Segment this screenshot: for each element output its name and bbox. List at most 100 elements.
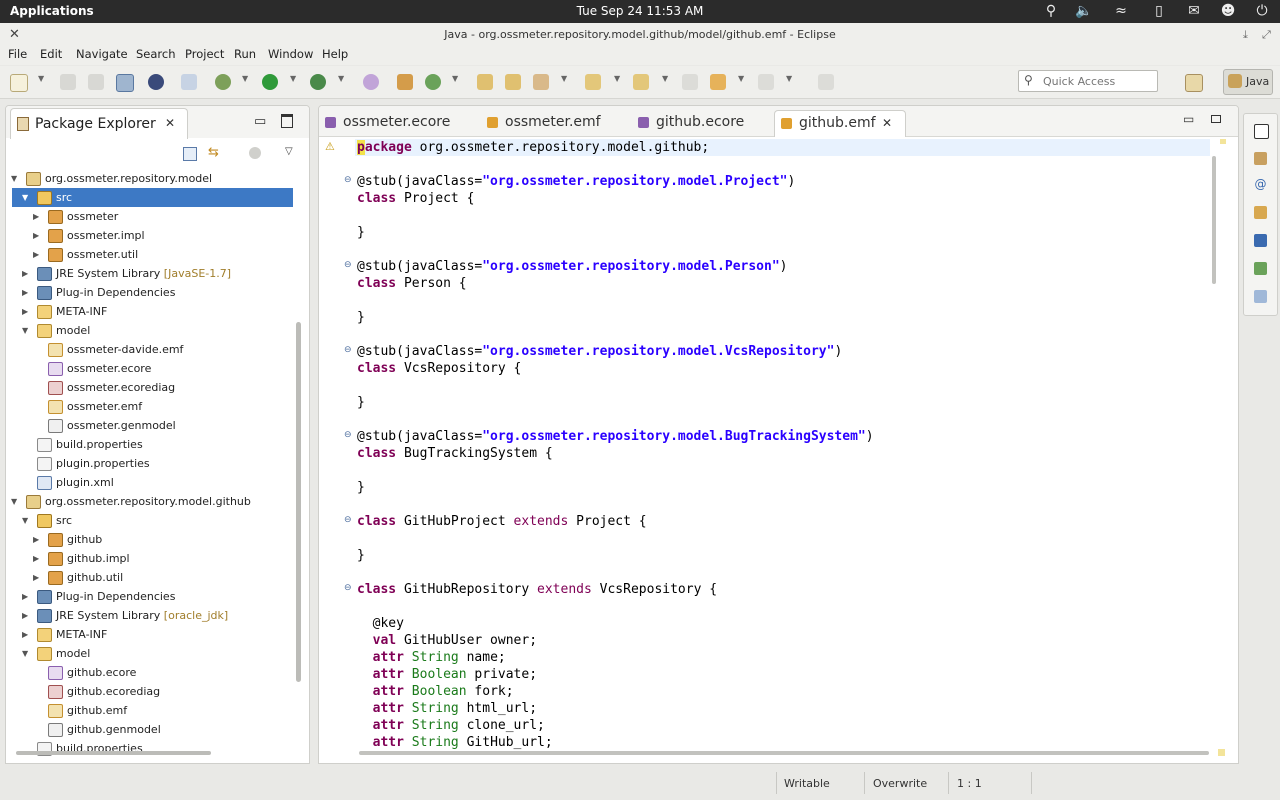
- print-icon[interactable]: [116, 74, 134, 92]
- expand-arrow-icon[interactable]: ▶: [33, 226, 39, 245]
- tree-item[interactable]: ▶ JRE System Library [JavaSE-1.7]: [6, 264, 291, 283]
- next-annotation-dropdown-icon[interactable]: ▼: [614, 74, 620, 83]
- fold-toggle-icon[interactable]: ⊖: [344, 515, 352, 525]
- minimize-icon[interactable]: ⤓: [1243, 28, 1248, 42]
- expand-arrow-icon[interactable]: ▶: [33, 549, 39, 568]
- code-line[interactable]: attr String GitHub_url;: [357, 734, 553, 751]
- web-icon[interactable]: [148, 74, 164, 90]
- code-line[interactable]: package org.ossmeter.repository.model.gi…: [357, 139, 709, 156]
- forward-dropdown-icon[interactable]: ▼: [786, 74, 792, 83]
- menu-file[interactable]: File: [8, 47, 27, 61]
- expand-arrow-icon[interactable]: ▶: [33, 245, 39, 264]
- code-line[interactable]: @stub(javaClass="org.ossmeter.repository…: [357, 173, 795, 190]
- expand-arrow-icon[interactable]: ▶: [33, 530, 39, 549]
- tree-item[interactable]: ▶ ossmeter.util: [6, 245, 291, 264]
- tree-item[interactable]: ▶ Plug-in Dependencies: [6, 283, 291, 302]
- new-java-package-icon[interactable]: [397, 74, 413, 90]
- tree-item[interactable]: ossmeter.ecore: [6, 359, 291, 378]
- tree-item[interactable]: ▼ model: [6, 644, 291, 663]
- expand-arrow-icon[interactable]: ▶: [33, 207, 39, 226]
- wifi-icon[interactable]: ≈: [1112, 3, 1130, 19]
- menu-search[interactable]: Search: [136, 47, 176, 61]
- search-dropdown-icon[interactable]: ▼: [561, 74, 567, 83]
- code-line[interactable]: }: [357, 547, 365, 564]
- skip-breakpoints-icon[interactable]: [181, 74, 197, 90]
- back-icon[interactable]: [710, 74, 726, 90]
- outline-view-icon[interactable]: [1254, 152, 1267, 165]
- run-icon[interactable]: [262, 74, 278, 90]
- quick-access-input[interactable]: [1041, 73, 1155, 90]
- code-line[interactable]: class GitHubProject extends Project {: [357, 513, 647, 530]
- progress-view-icon[interactable]: [1254, 262, 1267, 275]
- code-line[interactable]: @stub(javaClass="org.ossmeter.repository…: [357, 428, 874, 445]
- code-line[interactable]: }: [357, 394, 365, 411]
- pin-editor-icon[interactable]: [818, 74, 834, 90]
- tab-github-ecore[interactable]: github.ecore: [638, 110, 768, 136]
- maximize-icon[interactable]: ⤢: [1262, 28, 1271, 42]
- expand-arrow-icon[interactable]: ▶: [22, 302, 28, 321]
- tree-item[interactable]: ▶ github.impl: [6, 549, 291, 568]
- user-icon[interactable]: ☻: [1219, 3, 1237, 19]
- code-line[interactable]: attr String html_url;: [357, 700, 537, 717]
- save-all-icon[interactable]: [88, 74, 104, 90]
- tree-item[interactable]: ▼ model: [6, 321, 291, 340]
- tree-item[interactable]: github.genmodel: [6, 720, 291, 739]
- tab-github-emf[interactable]: github.emf ✕: [774, 110, 906, 137]
- previous-annotation-dropdown-icon[interactable]: ▼: [662, 74, 668, 83]
- debug-dropdown-icon[interactable]: ▼: [242, 74, 248, 83]
- next-annotation-icon[interactable]: [585, 74, 601, 90]
- code-line[interactable]: attr Boolean private;: [357, 666, 537, 683]
- menu-navigate[interactable]: Navigate: [76, 47, 128, 61]
- tree-item[interactable]: ▶ Plug-in Dependencies: [6, 587, 291, 606]
- external-tools-icon[interactable]: [310, 74, 326, 90]
- link-with-editor-icon[interactable]: ⇆: [208, 145, 219, 160]
- collapse-all-icon[interactable]: [183, 147, 197, 161]
- focus-task-icon[interactable]: [249, 147, 261, 159]
- code-line[interactable]: @stub(javaClass="org.ossmeter.repository…: [357, 343, 842, 360]
- tree-item[interactable]: ossmeter.emf: [6, 397, 291, 416]
- tree-item[interactable]: ▶ github.util: [6, 568, 291, 587]
- collapse-arrow-icon[interactable]: ▼: [22, 511, 28, 530]
- close-icon[interactable]: ✕: [9, 27, 20, 42]
- tab-ossmeter-ecore[interactable]: ossmeter.ecore: [325, 110, 465, 136]
- open-type-icon[interactable]: [477, 74, 493, 90]
- mail-icon[interactable]: ✉: [1185, 3, 1203, 19]
- menu-run[interactable]: Run: [234, 47, 256, 61]
- code-line[interactable]: class BugTrackingSystem {: [357, 445, 553, 462]
- coverage-icon[interactable]: [363, 74, 379, 90]
- tree-item[interactable]: ossmeter-davide.emf: [6, 340, 291, 359]
- expand-arrow-icon[interactable]: ▶: [22, 587, 28, 606]
- code-line[interactable]: attr String name;: [357, 649, 506, 666]
- code-line[interactable]: }: [357, 224, 365, 241]
- code-line[interactable]: class VcsRepository {: [357, 360, 521, 377]
- expand-arrow-icon[interactable]: ▶: [22, 606, 28, 625]
- forward-icon[interactable]: [758, 74, 774, 90]
- fold-toggle-icon[interactable]: ⊖: [344, 345, 352, 355]
- javadoc-view-icon[interactable]: @: [1254, 178, 1267, 191]
- package-explorer-tab[interactable]: Package Explorer ✕: [10, 108, 188, 139]
- fold-toggle-icon[interactable]: ⊖: [344, 260, 352, 270]
- tree-item[interactable]: ▼ src: [12, 188, 293, 207]
- minimize-view-icon[interactable]: ▭: [254, 114, 266, 129]
- collapse-arrow-icon[interactable]: ▼: [11, 169, 17, 188]
- last-edit-icon[interactable]: [682, 74, 698, 90]
- tree-item[interactable]: ▶ ossmeter: [6, 207, 291, 226]
- restore-editor-icon[interactable]: [1211, 115, 1221, 123]
- search-icon[interactable]: ⚲: [1042, 3, 1060, 19]
- collapse-arrow-icon[interactable]: ▼: [22, 188, 28, 207]
- run-dropdown-icon[interactable]: ▼: [290, 74, 296, 83]
- code-line[interactable]: class GitHubRepository extends VcsReposi…: [357, 581, 717, 598]
- expand-arrow-icon[interactable]: ▶: [22, 625, 28, 644]
- editor-vertical-scrollbar[interactable]: [1212, 156, 1216, 284]
- close-icon[interactable]: ✕: [882, 111, 892, 135]
- expand-arrow-icon[interactable]: ▶: [33, 568, 39, 587]
- fold-toggle-icon[interactable]: ⊖: [344, 583, 352, 593]
- search-tool-icon[interactable]: [533, 74, 549, 90]
- tree-item[interactable]: ▶ JRE System Library [oracle_jdk]: [6, 606, 291, 625]
- editor-horizontal-scrollbar[interactable]: [359, 751, 1209, 755]
- new-icon[interactable]: [10, 74, 28, 92]
- tree-item[interactable]: github.emf: [6, 701, 291, 720]
- open-perspective-icon[interactable]: [1185, 74, 1203, 92]
- volume-icon[interactable]: 🔈: [1075, 3, 1093, 19]
- tasks-view-icon[interactable]: [1254, 290, 1267, 303]
